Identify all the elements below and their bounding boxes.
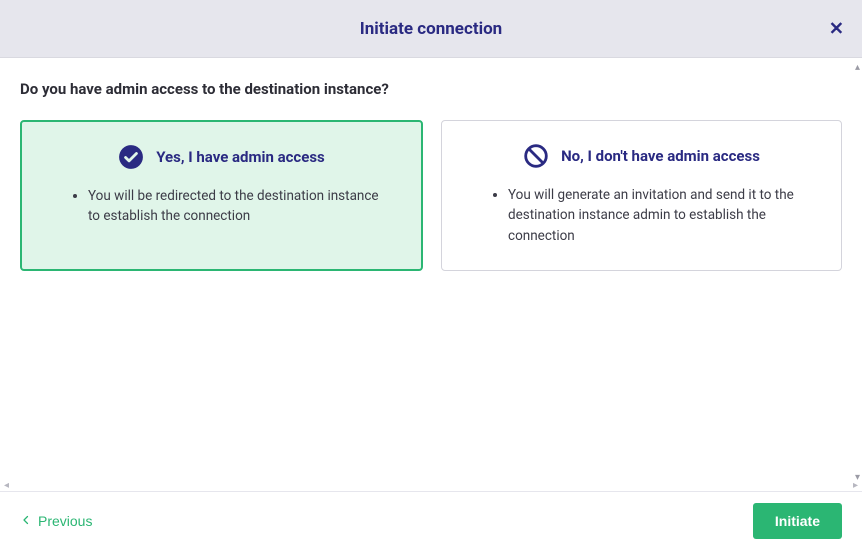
previous-label: Previous [38, 513, 92, 529]
option-yes-header: Yes, I have admin access [44, 144, 399, 170]
option-yes-desc-list: You will be redirected to the destinatio… [44, 186, 399, 227]
initiate-button[interactable]: Initiate [753, 503, 842, 539]
modal-footer: Previous Initiate [0, 491, 862, 549]
previous-button[interactable]: Previous [20, 513, 92, 529]
option-yes-admin[interactable]: Yes, I have admin access You will be red… [20, 120, 423, 271]
modal-header: Initiate connection ✕ [0, 0, 862, 58]
option-no-admin[interactable]: No, I don't have admin access You will g… [441, 120, 842, 271]
modal-title: Initiate connection [360, 19, 502, 39]
scroll-right-icon: ▸ [853, 480, 858, 491]
close-icon: ✕ [829, 18, 844, 38]
option-no-desc-list: You will generate an invitation and send… [464, 185, 819, 246]
option-group: Yes, I have admin access You will be red… [20, 120, 842, 271]
option-no-title: No, I don't have admin access [561, 147, 760, 165]
option-no-desc: You will generate an invitation and send… [508, 185, 811, 246]
check-circle-icon [118, 144, 144, 170]
scroll-left-icon: ◂ [4, 480, 9, 491]
modal-body: Do you have admin access to the destinat… [0, 58, 862, 488]
question-text: Do you have admin access to the destinat… [20, 80, 842, 98]
prohibit-icon [523, 143, 549, 169]
option-yes-desc: You will be redirected to the destinatio… [88, 186, 391, 227]
initiate-label: Initiate [775, 513, 820, 529]
close-button[interactable]: ✕ [829, 18, 844, 39]
chevron-left-icon [20, 514, 32, 528]
option-yes-title: Yes, I have admin access [156, 148, 325, 166]
horizontal-scroll-indicator: ◂ ▸ [0, 479, 862, 491]
option-no-header: No, I don't have admin access [464, 143, 819, 169]
